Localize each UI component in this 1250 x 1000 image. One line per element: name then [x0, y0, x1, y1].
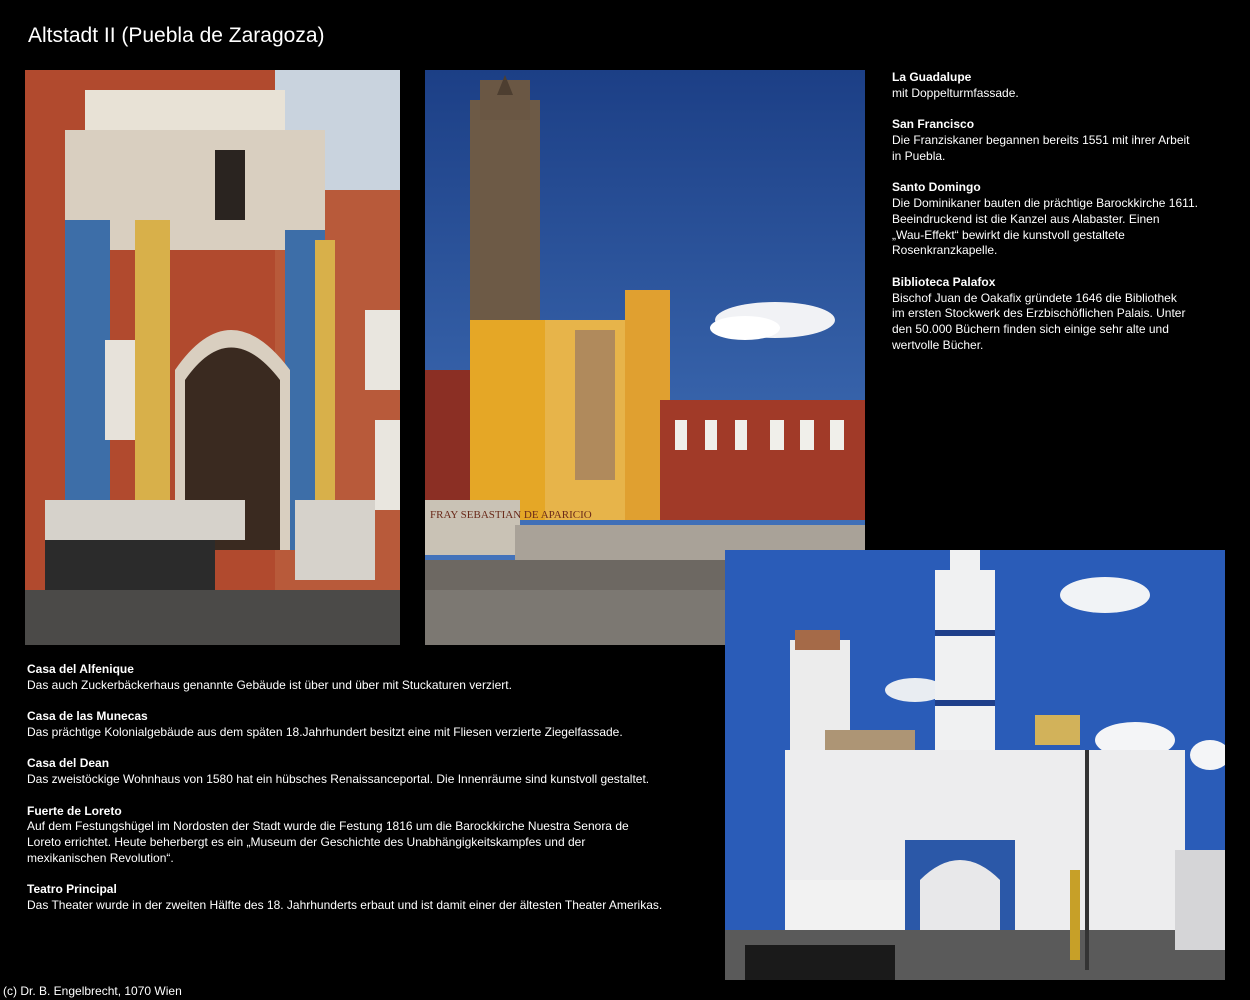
entry-title: La Guadalupe: [892, 70, 972, 84]
page-title: Altstadt II (Puebla de Zaragoza): [28, 24, 325, 47]
description-entry: La Guadalupe mit Doppelturmfassade.: [892, 70, 1212, 102]
entry-text-line: wertvolle Bücher.: [892, 337, 984, 352]
guadalupe-image: [725, 550, 1225, 980]
entry-title: Casa del Alfenique: [27, 662, 134, 676]
entry-text-line: Rosenkranzkapelle.: [892, 243, 998, 258]
entry-text-line: Beeindruckend ist die Kanzel aus Alabast…: [892, 211, 1160, 226]
description-entry: Santo Domingo Die Dominikaner bauten die …: [892, 180, 1212, 259]
entry-text-line: mexikanischen Revolution“.: [27, 850, 174, 865]
entry-text-line: Die Dominikaner bauten die prächtige Bar…: [892, 195, 1198, 210]
entry-text-line: mit Doppelturmfassade.: [892, 85, 1019, 100]
bottom-description-column: Casa del Alfenique Das auch Zuckerbäckerh…: [27, 662, 687, 930]
description-entry: San Francisco Die Franziskaner begannen b…: [892, 117, 1212, 164]
description-entry: Casa de las Munecas Das prächtige Kolonia…: [27, 709, 687, 741]
entry-text-line: Das zweistöckige Wohnhaus von 1580 hat e…: [27, 772, 650, 787]
entry-text-line: Auf dem Festungshügel im Nordosten der S…: [27, 819, 629, 834]
entry-text-line: Bischof Juan de Oakafix gründete 1646 di…: [892, 290, 1177, 305]
entry-title: Casa de las Munecas: [27, 709, 148, 724]
description-entry: Biblioteca Palafox Bischof Juan de Oakafi…: [892, 275, 1212, 354]
photo-church-portal[interactable]: [25, 70, 400, 645]
entry-text-line: Das auch Zuckerbäckerhaus genannte Gebäu…: [27, 677, 512, 692]
entry-text-line: Die Franziskaner begannen bereits 1551 m…: [892, 132, 1190, 147]
description-entry: Casa del Dean Das zweistöckige Wohnhaus v…: [27, 756, 687, 788]
entry-text-line: Das prächtige Kolonialgebäude aus dem sp…: [27, 724, 623, 739]
entry-text-line: im ersten Stockwerk des Erzbischöflichen…: [892, 306, 1186, 321]
entry-title: Santo Domingo: [892, 180, 981, 195]
photo-guadalupe[interactable]: [725, 550, 1225, 980]
description-entry: Casa del Alfenique Das auch Zuckerbäckerh…: [27, 662, 687, 694]
entry-text-line: Das Theater wurde in der zweiten Hälfte …: [27, 898, 663, 913]
copyright-footer: (c) Dr. B. Engelbrecht, 1070 Wien: [3, 984, 182, 998]
entry-text-line: in Puebla.: [892, 148, 946, 163]
entry-title: Casa del Dean: [27, 756, 110, 771]
entry-text-line: „Wau-Effekt“ bewirkt die kunstvoll gesta…: [892, 227, 1125, 242]
entry-title: San Francisco: [892, 117, 975, 132]
entry-title: Biblioteca Palafox: [892, 274, 996, 289]
entry-title: Fuerte de Loreto: [27, 803, 122, 818]
entry-text-line: Loreto errichtet. Heute beherbergt es ei…: [27, 835, 586, 850]
statue-sign-text: FRAY SEBASTIAN DE APARICIO: [430, 509, 592, 521]
church-portal-image: [25, 70, 400, 645]
entry-title: Teatro Principal: [27, 882, 117, 897]
entry-text-line: den 50.000 Büchern finden sich einige se…: [892, 322, 1169, 337]
description-entry: Fuerte de Loreto Auf dem Festungshügel im…: [27, 804, 687, 867]
right-description-column: La Guadalupe mit Doppelturmfassade. San Fr…: [892, 70, 1212, 369]
description-entry: Teatro Principal Das Theater wurde in der…: [27, 882, 687, 914]
